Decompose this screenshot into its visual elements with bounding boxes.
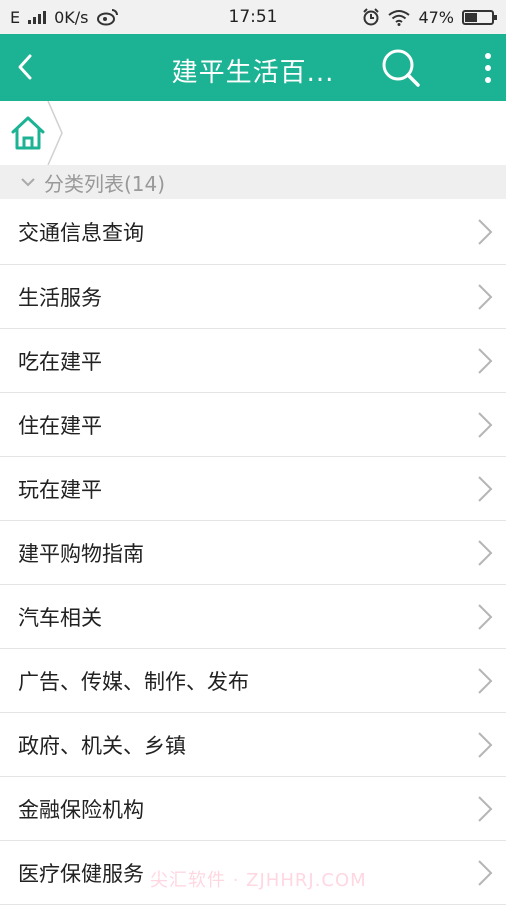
chevron-right-icon — [478, 218, 493, 245]
status-left: E 0K/s — [10, 8, 119, 27]
list-item-label: 吃在建平 — [18, 349, 102, 374]
chevron-right-icon — [478, 539, 493, 566]
list-item-label: 广告、传媒、制作、发布 — [18, 669, 249, 694]
chevron-right-icon — [478, 411, 493, 438]
section-title: 分类列表(14) — [44, 171, 166, 196]
network-type: E — [10, 7, 21, 27]
chevron-right-icon — [478, 795, 493, 822]
list-item-label: 生活服务 — [18, 285, 102, 310]
category-list: 交通信息查询 生活服务吃在建平住在建平玩在建平建平购物指南 汽车相关广告、传媒、制作… — [0, 199, 506, 905]
chevron-right-icon — [478, 603, 493, 630]
chevron-right-icon — [478, 859, 493, 886]
list-item-label: 住在建平 — [18, 413, 102, 438]
search-icon[interactable] — [380, 47, 422, 89]
list-item[interactable]: 汽车相关 — [0, 585, 506, 649]
alarm-icon — [363, 8, 380, 26]
chevron-right-icon — [478, 283, 493, 310]
chevron-right-icon — [478, 731, 493, 758]
weibo-icon — [96, 9, 118, 26]
status-right: 47% — [362, 7, 497, 27]
list-item[interactable]: 建平购物指南 — [0, 521, 506, 585]
category-section-header[interactable]: 分类列表(14) — [0, 165, 506, 199]
list-item[interactable]: 生活服务 — [0, 265, 506, 329]
home-icon[interactable] — [8, 113, 48, 153]
app-header: 建平生活百... — [0, 34, 506, 101]
breadcrumb — [0, 101, 506, 165]
list-item-label: 汽车相关 — [18, 605, 102, 630]
list-item-label: 玩在建平 — [18, 477, 102, 502]
battery-icon — [462, 9, 497, 25]
list-item[interactable]: 广告、传媒、制作、发布 — [0, 649, 506, 713]
network-speed: 0K/s — [54, 7, 89, 27]
list-item-label: 交通信息查询 — [18, 220, 144, 245]
list-item[interactable]: 住在建平 — [0, 393, 506, 457]
battery-percent: 47% — [418, 7, 454, 27]
chevron-down-icon — [21, 178, 35, 187]
status-bar: E 0K/s 17:51 47% — [0, 0, 506, 34]
list-item-label: 政府、机关、乡镇 — [18, 733, 186, 758]
list-item-label: 建平购物指南 — [18, 541, 144, 566]
list-item[interactable]: 交通信息查询 — [0, 199, 506, 265]
list-item-label: 医疗保健服务 — [18, 861, 144, 886]
chevron-right-icon — [478, 667, 493, 694]
list-item[interactable]: 玩在建平 — [0, 457, 506, 521]
chevron-right-icon — [478, 347, 493, 374]
list-item[interactable]: 吃在建平 — [0, 329, 506, 393]
list-item-label: 金融保险机构 — [18, 797, 144, 822]
page-title: 建平生活百... — [171, 58, 335, 88]
list-item[interactable]: 政府、机关、乡镇 — [0, 713, 506, 777]
breadcrumb-separator — [47, 101, 63, 165]
chevron-right-icon — [478, 475, 493, 502]
wifi-icon — [388, 9, 411, 26]
list-item[interactable]: 金融保险机构 — [0, 777, 506, 841]
more-vertical-icon[interactable] — [480, 51, 496, 85]
list-item[interactable]: 医疗保健服务 — [0, 841, 506, 905]
signal-icon — [28, 10, 47, 24]
